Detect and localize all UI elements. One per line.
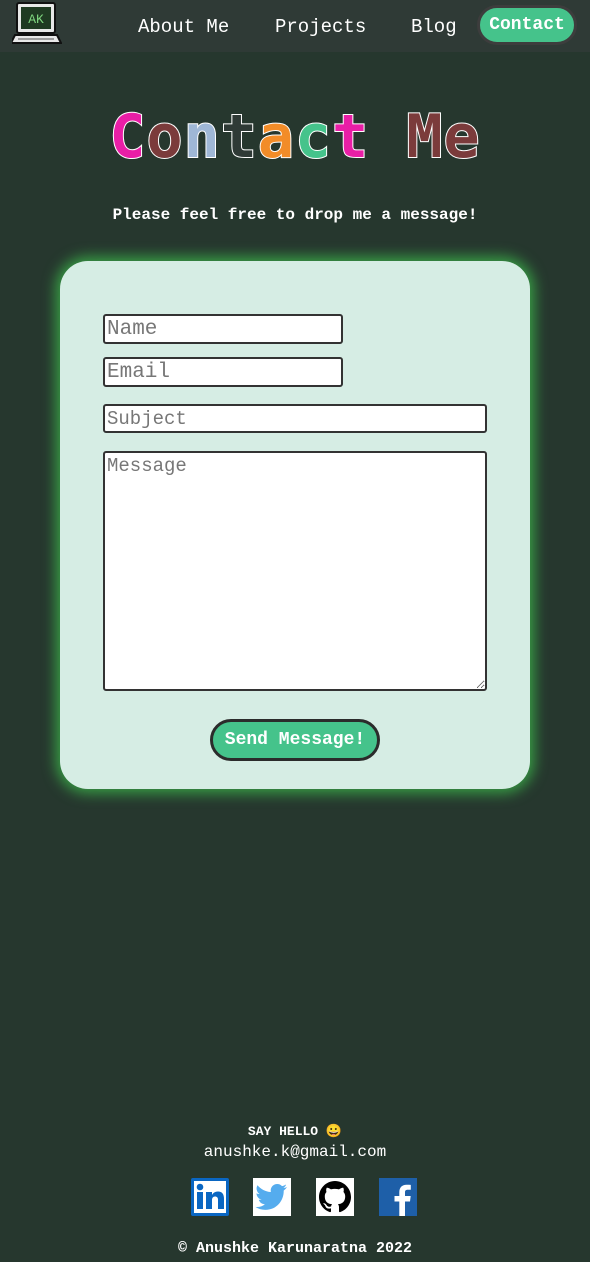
logo-text: AK [28, 12, 44, 27]
say-hello-label: SAY HELLO 😀 [247, 1124, 343, 1139]
subject-field[interactable] [103, 404, 487, 433]
title-letter [369, 102, 406, 172]
contact-form-card: Send Message! [60, 261, 530, 789]
page-title: Contact Me [0, 101, 590, 173]
title-letter: o [145, 101, 184, 173]
nav-link-about-me[interactable]: About Me [138, 16, 229, 38]
title-letter: e [442, 101, 481, 173]
title-letter: t [331, 101, 370, 173]
twitter-icon[interactable] [253, 1178, 291, 1216]
page-subtitle: Please feel free to drop me a message! [112, 206, 478, 224]
title-letter: M [405, 101, 444, 173]
social-links [191, 1178, 421, 1216]
logo-computer-icon[interactable]: AK [9, 2, 63, 46]
send-message-button[interactable]: Send Message! [210, 719, 380, 761]
top-navigation-bar: AK About Me Projects Blog Contact [0, 0, 590, 52]
title-letter: C [108, 101, 147, 173]
contact-email[interactable]: anushke.k@gmail.com [0, 1143, 590, 1161]
title-letter: n [183, 101, 221, 173]
message-textarea[interactable] [103, 451, 487, 691]
email-field[interactable] [103, 357, 343, 387]
nav-link-blog[interactable]: Blog [411, 16, 457, 38]
nav-link-contact[interactable]: Contact [477, 5, 577, 45]
title-letter: t [220, 101, 258, 173]
nav-link-projects[interactable]: Projects [275, 16, 366, 38]
page-title-text: Contact Me [108, 101, 481, 173]
github-icon[interactable] [316, 1178, 354, 1216]
facebook-icon[interactable] [379, 1178, 417, 1216]
name-field[interactable] [103, 314, 343, 344]
title-letter: c [294, 101, 333, 173]
linkedin-icon[interactable] [191, 1178, 229, 1216]
title-letter: a [257, 101, 295, 173]
copyright-text: © Anushke Karunaratna 2022 [177, 1240, 413, 1257]
